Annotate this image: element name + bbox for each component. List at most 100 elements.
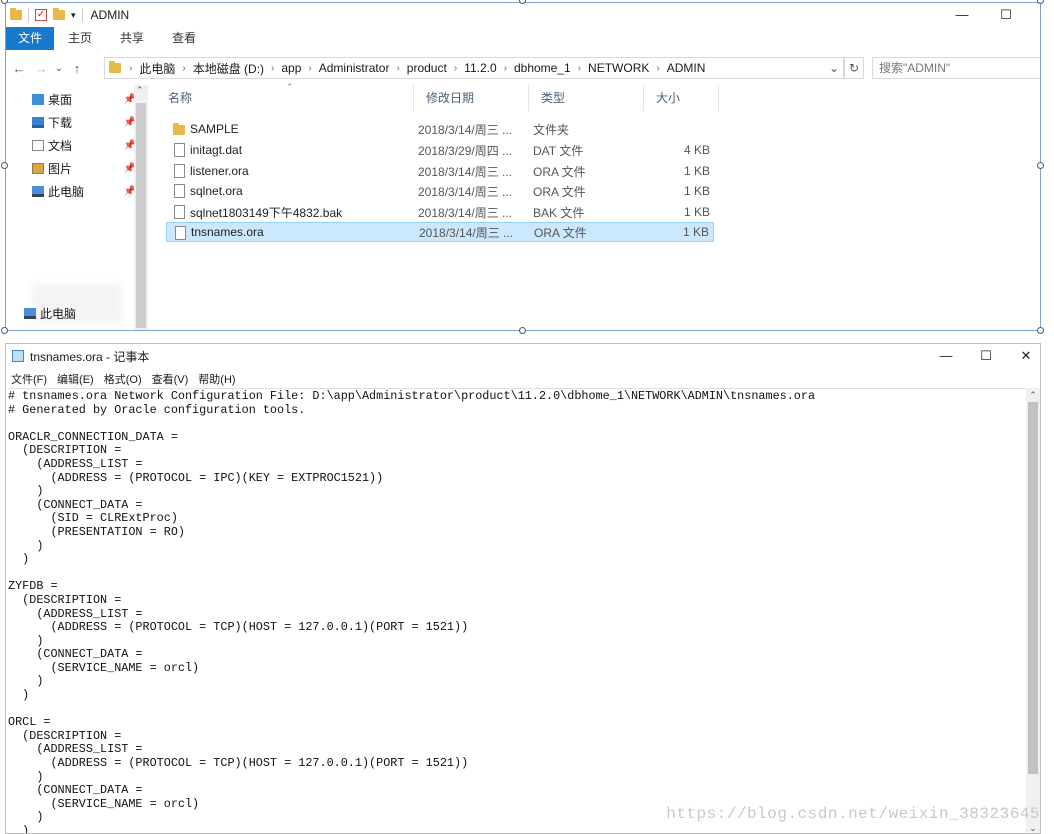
resize-handle[interactable]	[1037, 162, 1044, 169]
column-header-type[interactable]: 类型	[529, 85, 644, 111]
file-type: ORA 文件	[533, 184, 586, 199]
menu-file[interactable]: 文件(F)	[6, 371, 52, 387]
explorer-titlebar: ✓ ▾ ADMIN — ☐	[6, 3, 1040, 27]
breadcrumb-item[interactable]: NETWORK	[583, 61, 654, 75]
breadcrumb-item[interactable]: dbhome_1	[509, 61, 576, 75]
chevron-right-icon[interactable]: ›	[576, 63, 583, 74]
download-icon	[32, 116, 44, 128]
breadcrumb-item[interactable]: 此电脑	[134, 60, 180, 77]
file-icon	[174, 143, 185, 157]
tab-home[interactable]: 主页	[54, 27, 106, 50]
file-type: BAK 文件	[533, 205, 585, 220]
sidebar-item-this-pc[interactable]: 此电脑 📌	[32, 181, 136, 201]
maximize-button[interactable]: ☐	[964, 344, 1008, 368]
file-type: DAT 文件	[533, 143, 584, 158]
column-header-name[interactable]: 名称	[156, 85, 414, 111]
file-row-sample[interactable]: SAMPLE 2018/3/14/周三 ... 文件夹	[166, 119, 714, 139]
scrollbar-thumb[interactable]	[1028, 402, 1038, 774]
menu-view[interactable]: 查看(V)	[147, 371, 194, 387]
file-size: 4 KB	[683, 143, 710, 157]
chevron-right-icon[interactable]: ›	[452, 63, 459, 74]
navigation-pane-scrollbar[interactable]: ⌃	[134, 85, 148, 330]
chevron-right-icon[interactable]: ›	[180, 63, 187, 74]
watermark: https://blog.csdn.net/weixin_38323645	[666, 805, 1040, 823]
minimize-button[interactable]: —	[940, 3, 984, 27]
file-type: ORA 文件	[534, 225, 587, 240]
address-bar[interactable]: › 此电脑 › 本地磁盘 (D:) › app › Administrator …	[104, 57, 844, 79]
ribbon-tabs: 文件 主页 共享 查看	[6, 27, 1040, 50]
refresh-button[interactable]: ↻	[844, 57, 864, 79]
resize-handle[interactable]	[1037, 327, 1044, 334]
chevron-right-icon[interactable]: ›	[306, 63, 313, 74]
up-button[interactable]: ↑	[66, 61, 88, 76]
file-type: 文件夹	[533, 122, 570, 137]
chevron-right-icon[interactable]: ›	[394, 63, 401, 74]
sidebar-item-desktop[interactable]: 桌面 📌	[32, 89, 136, 109]
resize-handle[interactable]	[1037, 0, 1044, 4]
new-folder-icon[interactable]	[53, 8, 65, 20]
text-editor[interactable]: # tnsnames.ora Network Configuration Fil…	[8, 388, 1026, 833]
resize-handle[interactable]	[1, 162, 8, 169]
sidebar-item-downloads[interactable]: 下载 📌	[32, 112, 136, 132]
navigation-pane: 桌面 📌 下载 📌 文档 📌 图片 📌 此电脑 📌 此电脑	[6, 85, 148, 330]
tab-view[interactable]: 查看	[158, 27, 210, 50]
scrollbar-thumb[interactable]	[136, 103, 146, 328]
file-name: sqlnet1803149下午4832.bak	[190, 205, 343, 220]
chevron-right-icon[interactable]: ›	[127, 63, 134, 74]
scroll-up-icon[interactable]: ⌃	[136, 85, 144, 96]
chevron-right-icon[interactable]: ›	[654, 63, 661, 74]
text-content[interactable]: # tnsnames.ora Network Configuration Fil…	[8, 389, 1026, 833]
search-input[interactable]: 搜索"ADMIN"	[872, 57, 1040, 79]
file-row-initagt[interactable]: initagt.dat 2018/3/29/周四 ... DAT 文件 4 KB	[166, 140, 714, 160]
minimize-button[interactable]: —	[924, 344, 968, 368]
customize-toolbar-icon[interactable]: ▾	[71, 10, 76, 21]
menu-edit[interactable]: 编辑(E)	[52, 371, 99, 387]
window-title: ADMIN	[90, 8, 130, 22]
file-row-listener[interactable]: listener.ora 2018/3/14/周三 ... ORA 文件 1 K…	[166, 161, 714, 181]
breadcrumb-item[interactable]: ADMIN	[662, 61, 711, 75]
breadcrumb-item[interactable]: app	[276, 61, 306, 75]
address-dropdown-icon[interactable]: ⌄	[829, 61, 839, 75]
menu-help[interactable]: 帮助(H)	[193, 371, 240, 387]
picture-icon	[32, 162, 44, 174]
sidebar-item-documents[interactable]: 文档 📌	[32, 135, 136, 155]
sidebar-item-pictures[interactable]: 图片 📌	[32, 158, 136, 178]
breadcrumb-item[interactable]: Administrator	[314, 61, 395, 75]
scroll-up-icon[interactable]: ⌃	[1026, 388, 1040, 402]
recent-locations-button[interactable]: ⌄	[52, 63, 66, 74]
file-row-sqlnet-bak[interactable]: sqlnet1803149下午4832.bak 2018/3/14/周三 ...…	[166, 202, 714, 222]
chevron-right-icon[interactable]: ›	[269, 63, 276, 74]
close-button[interactable]: ✕	[1004, 344, 1040, 368]
breadcrumb-item[interactable]: 本地磁盘 (D:)	[188, 60, 269, 77]
column-header-size[interactable]: 大小	[644, 85, 719, 111]
menu-format[interactable]: 格式(O)	[99, 371, 147, 387]
tab-file[interactable]: 文件	[6, 27, 55, 50]
chevron-right-icon[interactable]: ›	[502, 63, 509, 74]
file-row-sqlnet[interactable]: sqlnet.ora 2018/3/14/周三 ... ORA 文件 1 KB	[166, 181, 714, 201]
sidebar-item-label: 此电脑	[48, 184, 85, 199]
file-name: tnsnames.ora	[191, 225, 264, 239]
breadcrumb-item[interactable]: 11.2.0	[459, 61, 501, 75]
resize-handle[interactable]	[1, 327, 8, 334]
forward-button[interactable]: →	[30, 61, 52, 76]
sidebar-item-label: 桌面	[48, 92, 73, 107]
file-date: 2018/3/14/周三 ...	[418, 122, 513, 137]
file-date: 2018/3/14/周三 ...	[419, 225, 514, 240]
file-icon	[174, 184, 185, 198]
back-button[interactable]: ←	[8, 61, 30, 76]
editor-scrollbar[interactable]: ⌃ ⌄	[1026, 388, 1040, 833]
breadcrumb-item[interactable]: product	[402, 61, 452, 75]
sidebar-item-this-pc-root[interactable]: 此电脑	[24, 303, 128, 323]
file-row-tnsnames[interactable]: tnsnames.ora 2018/3/14/周三 ... ORA 文件 1 K…	[166, 222, 714, 242]
properties-icon[interactable]: ✓	[35, 9, 47, 21]
folder-icon	[173, 123, 185, 135]
tab-share[interactable]: 共享	[106, 27, 158, 50]
maximize-button[interactable]: ☐	[984, 3, 1028, 27]
column-header-date[interactable]: 修改日期	[414, 85, 529, 111]
file-date: 2018/3/14/周三 ...	[418, 164, 513, 179]
file-size: 1 KB	[682, 225, 709, 239]
file-date: 2018/3/29/周四 ...	[418, 143, 513, 158]
separator	[81, 8, 83, 22]
notepad-icon	[12, 350, 24, 362]
resize-handle[interactable]	[519, 327, 526, 334]
